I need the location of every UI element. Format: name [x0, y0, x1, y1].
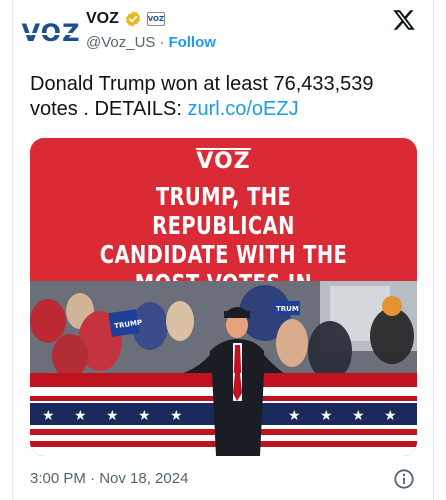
affiliate-badge[interactable]: VOZ [146, 12, 165, 26]
svg-text:★: ★ [106, 408, 119, 424]
svg-text:★: ★ [42, 408, 55, 424]
tweet-timestamp[interactable]: 3:00 PM · Nov 18, 2024 [30, 470, 188, 487]
svg-text:TRUM: TRUM [276, 305, 299, 313]
svg-text:★: ★ [138, 408, 151, 424]
rally-photo: TRUMP TRUM ★ ★ ★ ★ ★ ★ ★ ★ ★ [30, 281, 417, 456]
rally-photo-illustration: TRUMP TRUM ★ ★ ★ ★ ★ ★ ★ ★ ★ [30, 281, 417, 456]
avatar[interactable]: VOZ [21, 14, 81, 52]
author-name-row: VOZ VOZ [86, 10, 165, 28]
info-icon[interactable] [393, 468, 415, 490]
media-logo: VOZ [196, 148, 251, 174]
display-name[interactable]: VOZ [86, 10, 119, 28]
follow-button[interactable]: Follow [168, 34, 216, 51]
svg-text:★: ★ [170, 408, 183, 424]
svg-text:★: ★ [288, 408, 301, 424]
handle[interactable]: @Voz_US [86, 34, 155, 51]
handle-row: @Voz_US · Follow [86, 34, 216, 51]
avatar-logo: VOZ [21, 19, 81, 47]
tweet-link[interactable]: zurl.co/oEZJ [187, 98, 298, 120]
x-logo-icon[interactable] [392, 8, 416, 32]
svg-text:★: ★ [320, 408, 333, 424]
svg-text:★: ★ [74, 408, 87, 424]
tweet-text: Donald Trump won at least 76,433,539 vot… [30, 72, 420, 122]
svg-text:★: ★ [352, 408, 365, 424]
svg-text:★: ★ [384, 408, 397, 424]
separator: · [159, 34, 165, 51]
tweet-media-image[interactable]: VOZ TRUMP, THE REPUBLICAN CANDIDATE WITH… [30, 138, 417, 456]
verified-badge-icon [125, 11, 141, 27]
